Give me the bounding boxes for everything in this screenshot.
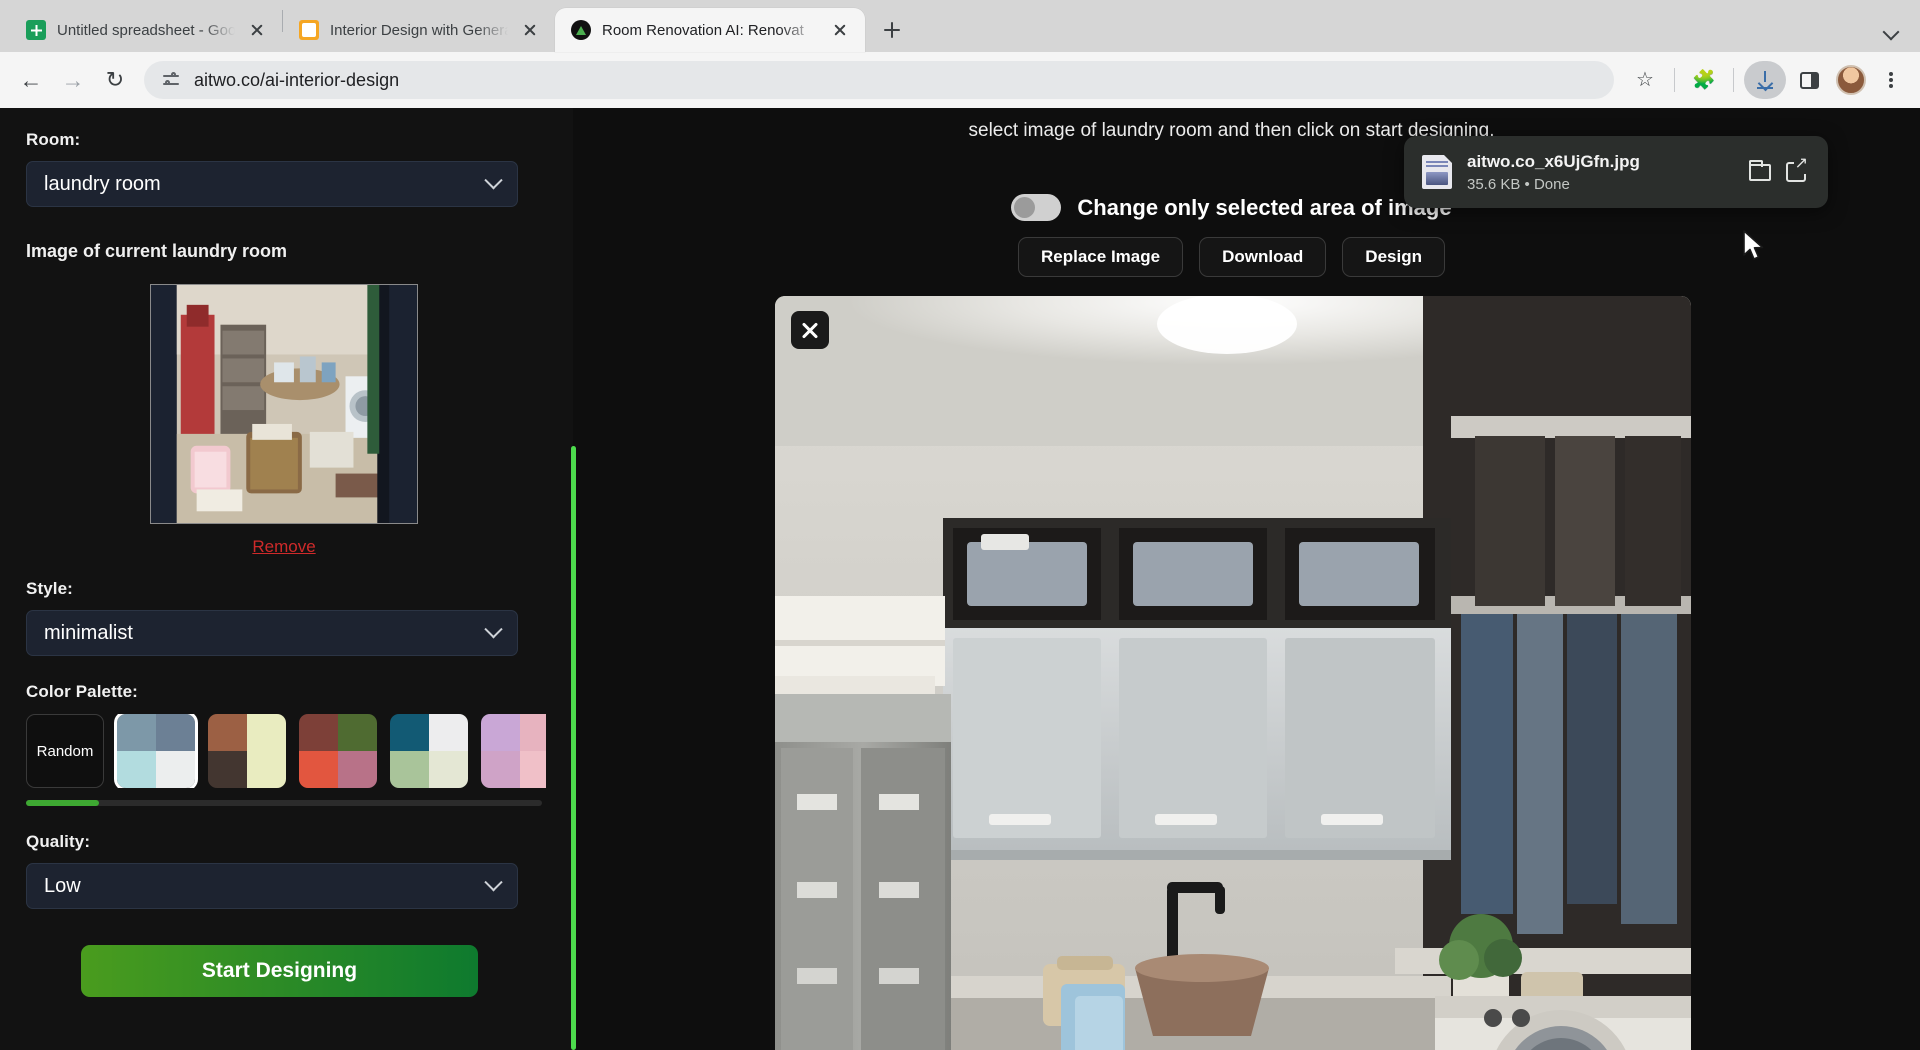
extensions-button[interactable]: 🧩 (1685, 61, 1723, 99)
toolbar-divider (1733, 68, 1734, 92)
toolbar-divider (1674, 68, 1675, 92)
show-in-folder-button[interactable] (1742, 154, 1778, 190)
back-button[interactable]: ← (12, 61, 50, 99)
design-controls-sidebar: Room: laundry room Image of current laun… (0, 108, 573, 1050)
replace-image-label: Replace Image (1041, 247, 1160, 267)
reload-icon: ↻ (96, 61, 134, 99)
style-select[interactable]: minimalist (26, 610, 518, 656)
downloads-button[interactable] (1744, 61, 1786, 99)
tab-title: Untitled spreadsheet - Google (57, 22, 235, 39)
download-status: 35.6 KB • Done (1467, 176, 1742, 193)
profile-button[interactable] (1832, 61, 1870, 99)
download-notification-bubble[interactable]: aitwo.co_x6UjGfn.jpg 35.6 KB • Done (1404, 136, 1828, 208)
palette-scrollbar-thumb[interactable] (26, 800, 99, 806)
toggle-knob (1014, 197, 1035, 218)
browser-tab-3[interactable]: Room Renovation AI: Renovat (555, 8, 865, 52)
chevron-down-icon[interactable] (1876, 16, 1906, 46)
reload-button[interactable]: ↻ (96, 61, 134, 99)
browser-toolbar: ← → ↻ aitwo.co/ai-interior-design ☆ 🧩 (0, 52, 1920, 108)
download-arrow-icon (1756, 71, 1774, 89)
result-panel: select image of laundry room and then cl… (573, 108, 1920, 1050)
palette-random-label: Random (37, 743, 94, 760)
star-icon: ☆ (1636, 70, 1654, 90)
download-label: Download (1222, 247, 1303, 267)
download-filename: aitwo.co_x6UjGfn.jpg (1467, 152, 1742, 172)
open-external-icon (1786, 162, 1806, 182)
tab-close-button[interactable] (519, 19, 541, 41)
quality-select-value: Low (44, 875, 81, 898)
browser-menu-button[interactable] (1874, 61, 1908, 99)
bookmark-button[interactable]: ☆ (1626, 61, 1664, 99)
quality-select[interactable]: Low (26, 863, 518, 909)
design-button[interactable]: Design (1342, 237, 1445, 277)
quality-label: Quality: (26, 832, 543, 852)
url-text: aitwo.co/ai-interior-design (194, 70, 399, 91)
selected-area-toggle[interactable] (1011, 194, 1061, 221)
puzzle-piece-icon: 🧩 (1692, 71, 1716, 90)
chevron-down-icon (484, 171, 502, 189)
result-image-card[interactable]: AITWO.CO (775, 296, 1691, 1050)
start-designing-button[interactable]: Start Designing (81, 945, 478, 997)
back-arrow-icon: ← (12, 61, 50, 99)
remove-image-link[interactable]: Remove (150, 537, 418, 557)
palette-swatch-3[interactable] (299, 714, 377, 788)
thumbnail-image (151, 285, 417, 523)
tab-title: Room Renovation AI: Renovat (602, 22, 818, 39)
jpg-file-icon (1422, 155, 1452, 189)
tab-strip-actions (1876, 16, 1920, 52)
side-panel-icon (1800, 72, 1819, 89)
side-panel-button[interactable] (1790, 61, 1828, 99)
room-select-value: laundry room (44, 173, 161, 196)
address-bar[interactable]: aitwo.co/ai-interior-design (144, 61, 1614, 99)
tune-icon[interactable] (160, 69, 182, 91)
style-select-value: minimalist (44, 622, 133, 645)
sheets-icon (26, 20, 46, 40)
browser-chrome: Untitled spreadsheet - Google Interior D… (0, 0, 1920, 108)
tab-close-button[interactable] (246, 19, 268, 41)
room-select[interactable]: laundry room (26, 161, 518, 207)
palette-swatch-2[interactable] (208, 714, 286, 788)
selected-area-toggle-label: Change only selected area of image (1077, 195, 1451, 221)
browser-tab-2[interactable]: Interior Design with Generative (283, 8, 555, 52)
chevron-down-icon (484, 620, 502, 638)
replace-image-button[interactable]: Replace Image (1018, 237, 1183, 277)
start-designing-label: Start Designing (202, 959, 357, 983)
close-icon[interactable] (791, 311, 829, 349)
palette-scrollbar[interactable] (26, 800, 542, 806)
download-button[interactable]: Download (1199, 237, 1326, 277)
open-in-new-button[interactable] (1778, 154, 1814, 190)
avatar-icon (1836, 65, 1866, 95)
tab-strip: Untitled spreadsheet - Google Interior D… (0, 0, 1920, 52)
folder-icon (1749, 164, 1771, 181)
forward-arrow-icon: → (54, 61, 92, 99)
palette-swatch-5[interactable] (481, 714, 546, 788)
tab-title: Interior Design with Generative (330, 22, 508, 39)
palette-swatch-random[interactable]: Random (26, 714, 104, 788)
chevron-down-icon (484, 873, 502, 891)
design-label: Design (1365, 247, 1422, 267)
download-info: aitwo.co_x6UjGfn.jpg 35.6 KB • Done (1467, 152, 1742, 193)
result-action-buttons: Replace Image Download Design (573, 237, 1920, 277)
current-room-thumbnail[interactable] (150, 284, 418, 524)
browser-tab-1[interactable]: Untitled spreadsheet - Google (10, 8, 282, 52)
style-label: Style: (26, 579, 543, 599)
aitwo-logo-icon (571, 20, 591, 40)
palette-swatch-4[interactable] (390, 714, 468, 788)
room-label: Room: (26, 130, 543, 150)
new-tab-button[interactable] (875, 13, 909, 47)
page-content: Room: laundry room Image of current laun… (0, 108, 1920, 1050)
result-image-wrap: AITWO.CO (789, 296, 1705, 1050)
image-section-label: Image of current laundry room (26, 241, 543, 262)
forward-button[interactable]: → (54, 61, 92, 99)
orange-square-icon (299, 20, 319, 40)
generated-laundry-room-render (775, 296, 1691, 1050)
color-palette-label: Color Palette: (26, 682, 543, 702)
mouse-cursor (1742, 230, 1768, 264)
tab-close-button[interactable] (829, 19, 851, 41)
palette-swatch-1[interactable] (117, 714, 195, 788)
color-palette-row: Random (26, 714, 546, 788)
